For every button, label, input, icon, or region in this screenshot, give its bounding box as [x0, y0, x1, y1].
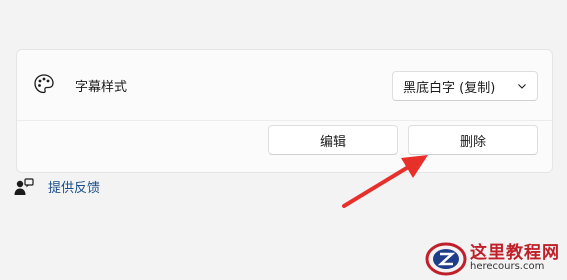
- dropdown-selected-value: 黑底白字 (复制): [403, 80, 496, 96]
- watermark: 这里教程网 herecours.com: [420, 236, 567, 280]
- watermark-logo: [425, 242, 467, 276]
- subtitle-style-label: 字幕样式: [75, 80, 128, 95]
- subtitle-style-dropdown[interactable]: 黑底白字 (复制): [392, 71, 538, 101]
- palette-icon: [34, 74, 54, 94]
- chevron-down-icon: [518, 84, 526, 89]
- feedback-label: 提供反馈: [48, 181, 101, 196]
- edit-button[interactable]: 编辑: [268, 125, 398, 155]
- subtitle-style-card: 字幕样式 黑底白字 (复制) 编辑 删除: [16, 49, 553, 173]
- feedback-link[interactable]: 提供反馈: [14, 177, 100, 196]
- feedback-person-icon: [14, 177, 34, 195]
- watermark-title: 这里教程网: [470, 243, 560, 263]
- watermark-url: herecours.com: [470, 261, 545, 272]
- card-divider: [17, 120, 552, 121]
- delete-button[interactable]: 删除: [408, 125, 538, 155]
